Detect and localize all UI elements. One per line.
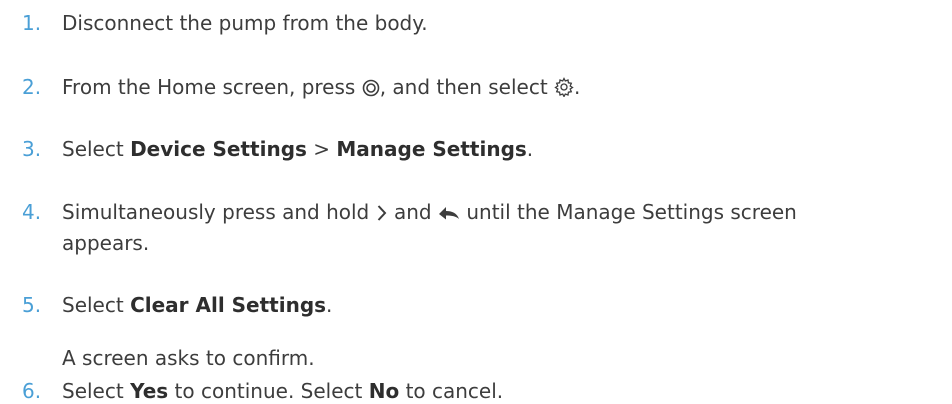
device-settings-label: Device Settings	[130, 137, 307, 161]
step-number: 6.	[22, 379, 42, 403]
step-number: 3.	[22, 137, 42, 161]
step-number: 1.	[22, 11, 42, 35]
settings-gear-icon	[554, 77, 574, 103]
step-number: 5.	[22, 293, 42, 317]
manage-settings-label: Manage Settings	[336, 137, 527, 161]
chevron-right-icon	[376, 202, 388, 228]
step-text: appears.	[62, 231, 150, 255]
step-text: Select Clear All Settings.	[62, 293, 333, 317]
step-text: Disconnect the pump from the body.	[62, 11, 428, 35]
step-number: 2.	[22, 75, 42, 99]
menu-button-icon	[362, 77, 380, 103]
step-text: From the Home screen, press , and then s…	[62, 74, 580, 103]
step-text: Simultaneously press and hold and until …	[62, 199, 797, 228]
yes-label: Yes	[130, 379, 169, 403]
step-text: Select Yes to continue. Select No to can…	[62, 379, 504, 403]
step-note: A screen asks to confirm.	[62, 346, 315, 370]
back-arrow-icon	[438, 202, 460, 228]
clear-all-settings-label: Clear All Settings	[130, 293, 327, 317]
no-label: No	[368, 379, 400, 403]
step-text: Select Device Settings > Manage Settings…	[62, 137, 534, 161]
step-number: 4.	[22, 200, 42, 224]
